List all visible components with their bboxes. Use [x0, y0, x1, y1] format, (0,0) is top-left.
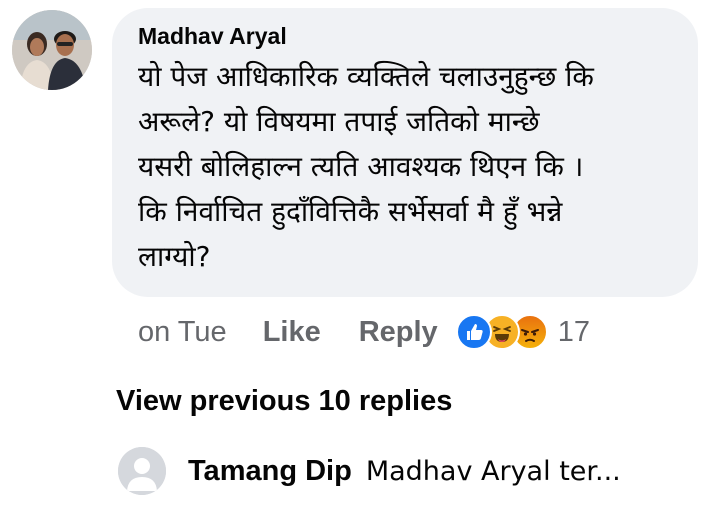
profile-photo	[12, 10, 92, 90]
comment-line: कि निर्वाचित हुदाँवित्तिकै सर्भेसर्वा मै…	[138, 195, 563, 228]
comment-line: यो पेज आधिकारिक व्यक्तिले चलाउनुहुन्छ कि	[138, 60, 594, 93]
latest-reply-row[interactable]: Tamang Dip Madhav Aryal ter...	[118, 446, 621, 496]
comment-body: यो पेज आधिकारिक व्यक्तिले चलाउनुहुन्छ कि…	[138, 54, 674, 279]
comment-line: लाग्यो?	[138, 240, 211, 273]
reply-preview-text[interactable]: Madhav Aryal ter...	[366, 456, 621, 487]
comment-actions: on Tue Like Reply 17	[138, 310, 590, 354]
like-icon	[455, 314, 492, 350]
view-previous-replies-link[interactable]: View previous 10 replies	[116, 381, 452, 421]
comment-timestamp[interactable]: on Tue	[138, 316, 227, 349]
default-avatar-icon	[118, 447, 166, 495]
reaction-summary[interactable]	[455, 314, 548, 350]
commenter-avatar[interactable]	[12, 10, 92, 90]
comment-line: अरूले? यो विषयमा तपाई जतिको मान्छे	[138, 105, 540, 138]
reply-button[interactable]: Reply	[359, 316, 438, 349]
like-button[interactable]: Like	[263, 316, 321, 349]
reply-avatar[interactable]	[118, 447, 166, 495]
reply-author-name[interactable]: Tamang Dip	[188, 455, 352, 488]
comment-author-name[interactable]: Madhav Aryal	[138, 22, 674, 50]
reaction-count[interactable]: 17	[558, 316, 590, 349]
comment-line: यसरी बोलिहाल्न त्यति आवश्यक थिएन कि ।	[138, 150, 584, 183]
comment-bubble: Madhav Aryal यो पेज आधिकारिक व्यक्तिले च…	[112, 8, 698, 297]
